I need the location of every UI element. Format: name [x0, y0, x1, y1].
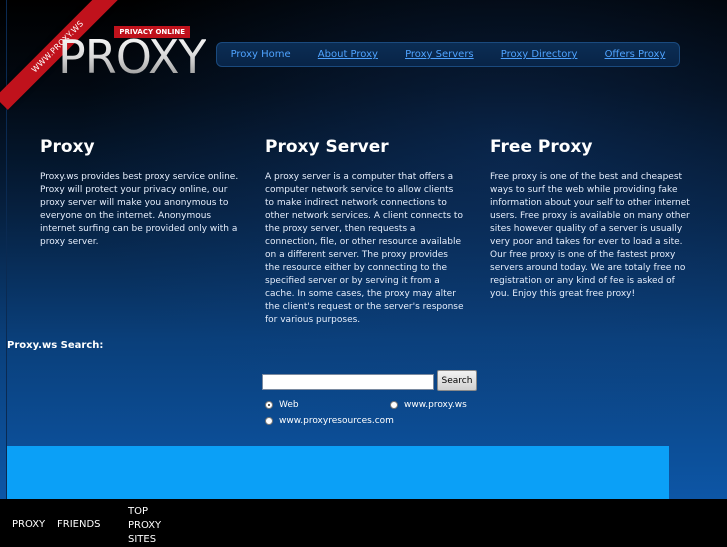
- blue-content-panel: [7, 446, 669, 499]
- search-option-label: www.proxyresources.com: [279, 416, 394, 426]
- nav-link-proxy-home[interactable]: Proxy Home: [231, 49, 291, 60]
- main-navigation: Proxy Home About Proxy Proxy Servers Pro…: [216, 42, 680, 67]
- page-background: WWW.PROXY.WS PRIVACY ONLINE PROXY Proxy …: [0, 0, 727, 499]
- column-title-free-proxy: Free Proxy: [490, 137, 593, 157]
- footer-link-top-proxy-sites[interactable]: TOP PROXY SITES: [128, 505, 168, 547]
- column-text-free-proxy: Free proxy is one of the best and cheape…: [490, 172, 690, 299]
- nav-link-offers-proxy[interactable]: Offers Proxy: [605, 49, 666, 60]
- footer-link-proxy[interactable]: PROXY: [12, 518, 45, 532]
- column-free-proxy: Free Proxy Free proxy is one of the best…: [490, 136, 690, 301]
- column-proxy-server: Proxy Server A proxy server is a compute…: [265, 136, 465, 327]
- nav-link-about-proxy[interactable]: About Proxy: [318, 49, 378, 60]
- radio-checked-icon[interactable]: [265, 401, 273, 409]
- search-option-proxyresources[interactable]: www.proxyresources.com: [265, 416, 394, 426]
- footer: [0, 499, 727, 545]
- search-option-label: www.proxy.ws: [404, 400, 467, 410]
- radio-unchecked-icon[interactable]: [390, 401, 398, 409]
- column-title-proxy: Proxy: [40, 137, 95, 157]
- footer-link-friends[interactable]: FRIENDS: [57, 518, 101, 532]
- search-option-web[interactable]: Web: [265, 400, 299, 410]
- search-option-label: Web: [279, 400, 299, 410]
- search-input[interactable]: [262, 374, 434, 390]
- nav-link-proxy-directory[interactable]: Proxy Directory: [501, 49, 578, 60]
- site-logo[interactable]: PRIVACY ONLINE PROXY: [58, 26, 207, 84]
- search-option-proxy-ws[interactable]: www.proxy.ws: [390, 400, 467, 410]
- nav-link-proxy-servers[interactable]: Proxy Servers: [405, 49, 474, 60]
- column-proxy: Proxy Proxy.ws provides best proxy servi…: [40, 136, 240, 249]
- column-title-proxy-server: Proxy Server: [265, 137, 389, 157]
- search-title: Proxy.ws Search:: [7, 340, 104, 351]
- search-button[interactable]: Search: [437, 370, 477, 391]
- radio-unchecked-icon[interactable]: [265, 417, 273, 425]
- column-text-proxy: Proxy.ws provides best proxy service onl…: [40, 172, 239, 247]
- logo-wordmark: PROXY: [58, 30, 207, 84]
- column-text-proxy-server: A proxy server is a computer that offers…: [265, 172, 464, 325]
